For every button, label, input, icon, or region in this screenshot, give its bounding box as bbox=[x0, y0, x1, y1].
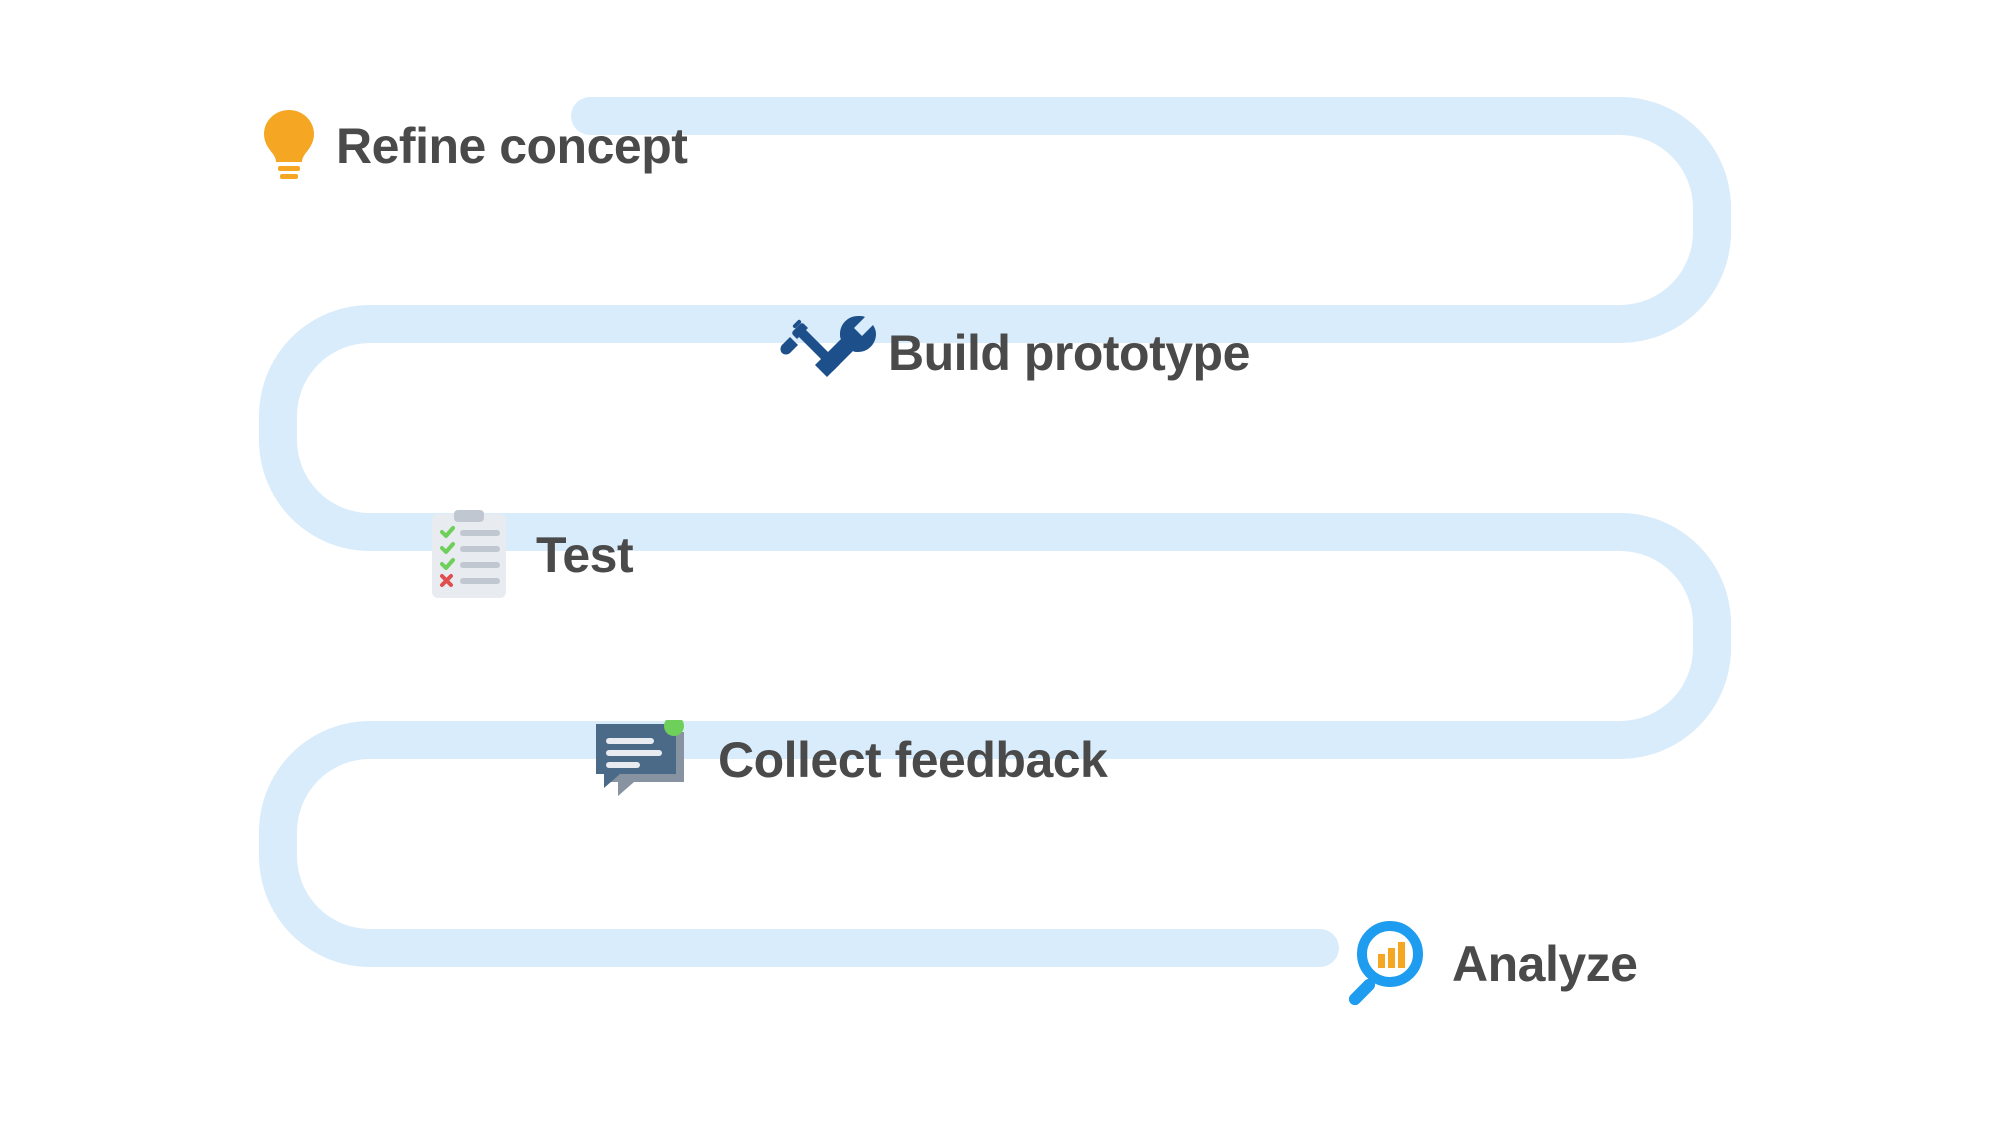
step-refine-concept: Refine concept bbox=[260, 110, 687, 182]
tools-icon bbox=[780, 310, 880, 396]
step-test: Test bbox=[430, 510, 633, 600]
lightbulb-icon bbox=[260, 110, 318, 182]
step-collect-feedback: Collect feedback bbox=[590, 720, 1107, 800]
step-label: Build prototype bbox=[888, 324, 1250, 382]
step-build-prototype: Build prototype bbox=[780, 310, 1250, 396]
comment-icon bbox=[590, 720, 690, 800]
step-analyze: Analyze bbox=[1340, 920, 1637, 1008]
step-label: Collect feedback bbox=[718, 731, 1107, 789]
step-label: Refine concept bbox=[336, 117, 687, 175]
step-label: Test bbox=[536, 526, 633, 584]
step-label: Analyze bbox=[1452, 935, 1637, 993]
checklist-icon bbox=[430, 510, 508, 600]
magnify-chart-icon bbox=[1340, 920, 1428, 1008]
